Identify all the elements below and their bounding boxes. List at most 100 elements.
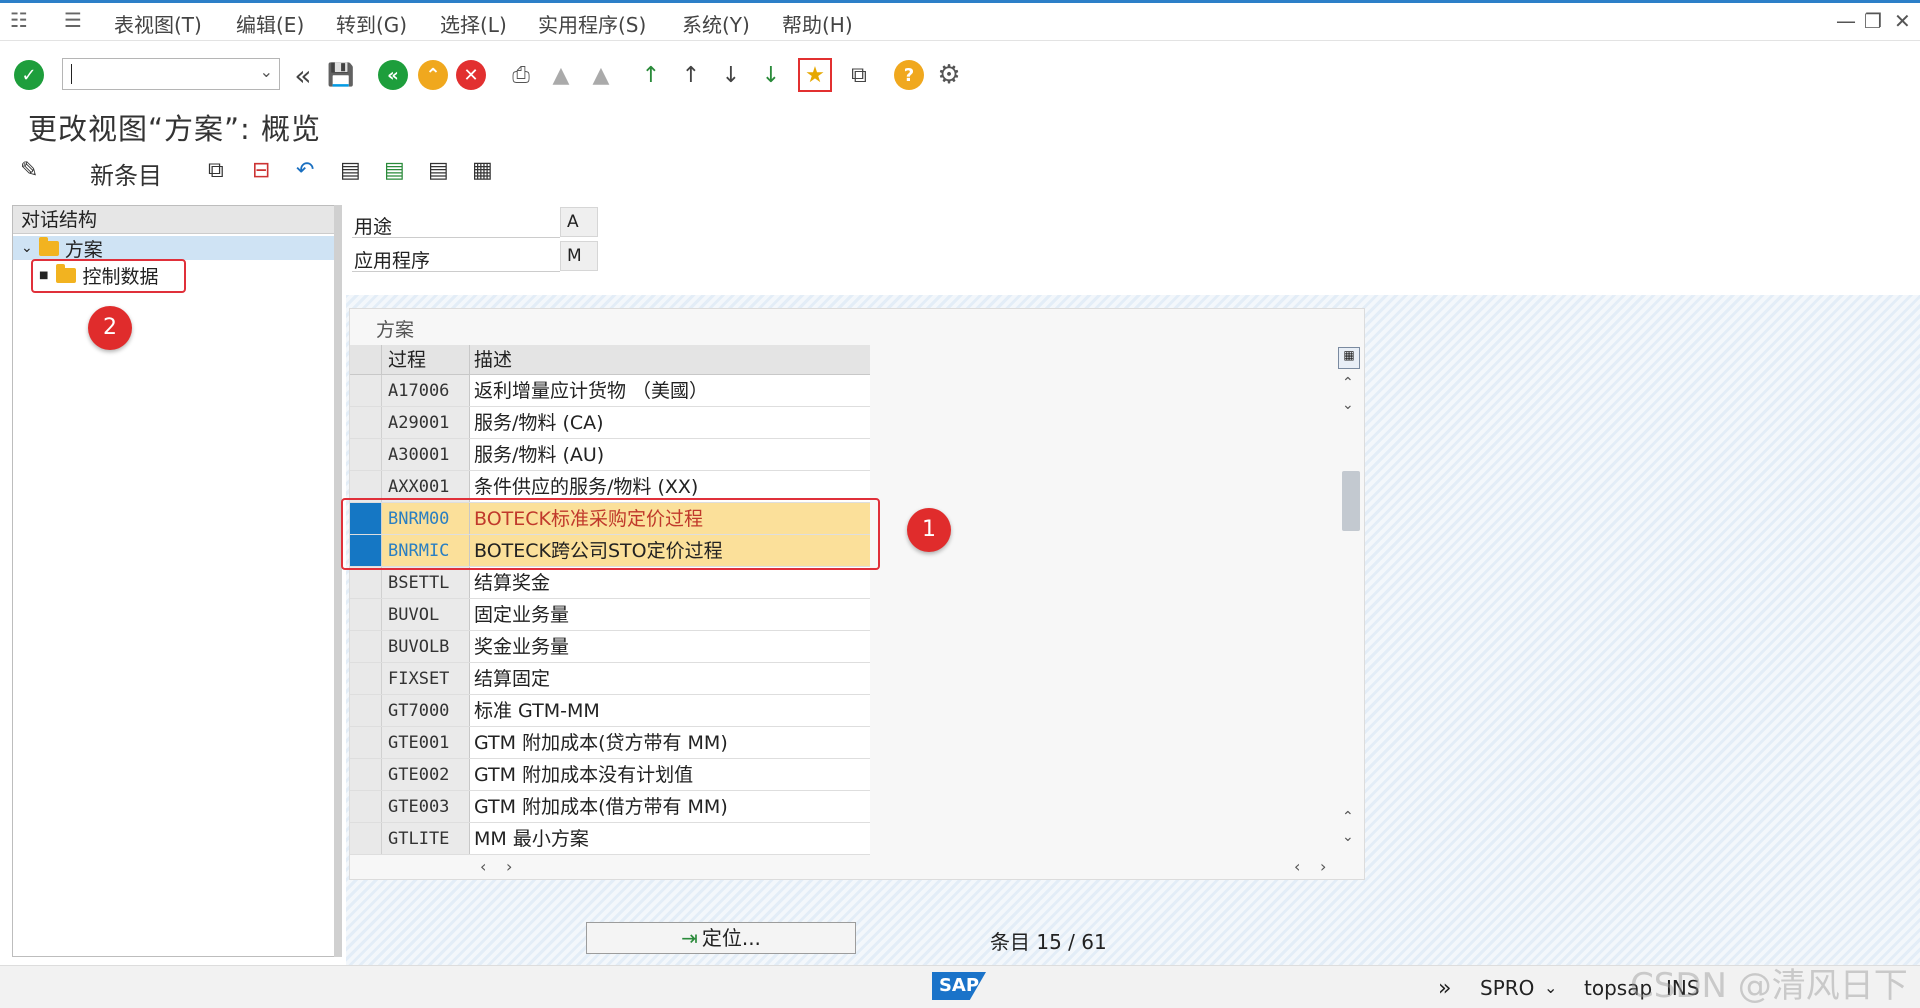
chevron-down-icon[interactable]: ⌄ <box>1544 978 1557 997</box>
double-chevron-right-icon[interactable]: » <box>1438 976 1451 1001</box>
description-cell[interactable]: 固定业务量 <box>470 599 870 630</box>
scroll-left-icon[interactable]: ‹ <box>1294 857 1300 876</box>
delete-icon[interactable]: ⊟ <box>252 158 270 183</box>
description-cell[interactable]: 返利增量应计货物 （美國） <box>470 375 870 406</box>
print-field-list-icon[interactable]: ▦ <box>472 158 493 183</box>
table-row[interactable]: GTLITE MM 最小方案 <box>350 823 870 855</box>
restore-icon[interactable]: ❐ <box>1864 9 1882 33</box>
select-all-column[interactable] <box>350 345 382 374</box>
back-icon[interactable]: « <box>378 60 408 90</box>
table-row[interactable]: FIXSET 结算固定 <box>350 663 870 695</box>
new-entries-button[interactable]: 新条目 <box>90 156 162 191</box>
row-selector[interactable] <box>350 439 382 470</box>
select-block-icon[interactable]: ▤ <box>384 158 405 183</box>
scroll-right-icon[interactable]: › <box>506 857 512 876</box>
position-button[interactable]: ⇥ 定位... <box>586 922 856 954</box>
scroll-left-icon[interactable]: ‹ <box>480 857 486 876</box>
scroll-right-icon[interactable]: › <box>1320 857 1326 876</box>
column-header-procedure[interactable]: 过程 <box>382 345 470 374</box>
scroll-up-icon[interactable]: ⌃ <box>1342 375 1354 391</box>
cancel-icon[interactable]: ✕ <box>456 60 486 90</box>
tree-node-scheme[interactable]: ⌄ 方案 <box>13 236 336 261</box>
description-cell[interactable]: MM 最小方案 <box>470 823 870 854</box>
description-cell[interactable]: GTM 附加成本(借方带有 MM) <box>470 791 870 822</box>
table-row[interactable]: GT7000 标准 GTM-MM <box>350 695 870 727</box>
row-selector[interactable] <box>350 599 382 630</box>
enter-check-icon[interactable]: ✓ <box>14 60 44 90</box>
table-row[interactable]: BSETTL 结算奖金 <box>350 567 870 599</box>
print-icon[interactable]: ⎙ <box>504 58 538 92</box>
last-page-icon[interactable]: ↓ <box>754 58 788 92</box>
vertical-scrollbar[interactable]: ⌃ ⌄ ⌃ ⌄ <box>1340 375 1360 861</box>
row-selector[interactable] <box>350 727 382 758</box>
gear-icon[interactable]: ⚙ <box>932 58 966 92</box>
find-icon[interactable]: ▲ <box>544 58 578 92</box>
scroll-down-icon[interactable]: ⌄ <box>1342 397 1354 413</box>
minimize-icon[interactable]: — <box>1836 9 1856 33</box>
close-window-icon[interactable]: ✕ <box>1894 9 1911 33</box>
previous-page-icon[interactable]: ↑ <box>674 58 708 92</box>
select-all-icon[interactable]: ▤ <box>340 158 361 183</box>
deselect-all-icon[interactable]: ▤ <box>428 158 449 183</box>
table-row[interactable]: BUVOL 固定业务量 <box>350 599 870 631</box>
description-cell[interactable]: GTM 附加成本没有计划值 <box>470 759 870 790</box>
help-icon[interactable]: ? <box>894 60 924 90</box>
column-header-description[interactable]: 描述 <box>470 345 870 374</box>
description-cell[interactable]: 标准 GTM-MM <box>470 695 870 726</box>
description-cell[interactable]: 服务/物料 (CA) <box>470 407 870 438</box>
row-selector[interactable] <box>350 375 382 406</box>
description-cell[interactable]: GTM 附加成本(贷方带有 MM) <box>470 727 870 758</box>
chevron-down-icon[interactable]: ⌄ <box>260 62 273 81</box>
undo-icon[interactable]: ↶ <box>296 158 314 183</box>
display-change-icon[interactable]: ✎ <box>20 158 38 183</box>
status-transaction[interactable]: SPRO <box>1480 976 1534 1000</box>
menu-help[interactable]: 帮助(H) <box>782 9 853 38</box>
page-up-icon[interactable]: ⌃ <box>1342 809 1354 825</box>
table-row[interactable]: GTE001 GTM 附加成本(贷方带有 MM) <box>350 727 870 759</box>
chevron-down-icon[interactable]: ⌄ <box>21 240 33 256</box>
table-row[interactable]: GTE002 GTM 附加成本没有计划值 <box>350 759 870 791</box>
table-settings-icon[interactable]: ▦ <box>1338 347 1360 369</box>
horizontal-scrollbar[interactable]: ‹ › ‹ › <box>350 857 1364 879</box>
table-row[interactable]: A30001 服务/物料 (AU) <box>350 439 870 471</box>
page-title: 更改视图“方案”: 概览 <box>28 112 322 146</box>
table-row[interactable]: A29001 服务/物料 (CA) <box>350 407 870 439</box>
first-page-icon[interactable]: ↑ <box>634 58 668 92</box>
description-cell[interactable]: 结算固定 <box>470 663 870 694</box>
scroll-thumb[interactable] <box>1342 471 1360 531</box>
row-selector[interactable] <box>350 567 382 598</box>
next-page-icon[interactable]: ↓ <box>714 58 748 92</box>
menu-table-view[interactable]: 表视图(T) <box>114 9 202 38</box>
sap-menu-icon[interactable]: ☷ <box>10 8 28 32</box>
panel-splitter[interactable] <box>334 205 342 957</box>
row-selector[interactable] <box>350 759 382 790</box>
description-cell[interactable]: 结算奖金 <box>470 567 870 598</box>
find-next-icon[interactable]: ▲ <box>584 58 618 92</box>
command-field[interactable]: ⌄ <box>62 58 280 90</box>
double-chevron-left-icon[interactable]: « <box>286 58 320 92</box>
exit-icon[interactable]: ⌃ <box>418 60 448 90</box>
menu-utilities[interactable]: 实用程序(S) <box>538 9 646 38</box>
page-down-icon[interactable]: ⌄ <box>1342 829 1354 845</box>
row-selector[interactable] <box>350 663 382 694</box>
menu-goto[interactable]: 转到(G) <box>336 9 407 38</box>
table-row[interactable]: BUVOLB 奖金业务量 <box>350 631 870 663</box>
description-cell[interactable]: 服务/物料 (AU) <box>470 439 870 470</box>
copy-icon[interactable]: ⧉ <box>208 158 224 183</box>
menu-edit[interactable]: 编辑(E) <box>236 9 304 38</box>
description-cell[interactable]: 奖金业务量 <box>470 631 870 662</box>
menu-system[interactable]: 系统(Y) <box>682 9 750 38</box>
row-selector[interactable] <box>350 407 382 438</box>
table-row[interactable]: GTE003 GTM 附加成本(借方带有 MM) <box>350 791 870 823</box>
shortcut-icon[interactable]: ⧉ <box>842 58 876 92</box>
row-selector[interactable] <box>350 695 382 726</box>
save-icon[interactable]: 💾 <box>324 58 358 92</box>
row-selector[interactable] <box>350 631 382 662</box>
user-menu-icon[interactable]: ☰ <box>64 8 82 32</box>
row-selector[interactable] <box>350 791 382 822</box>
table-row[interactable]: A17006 返利增量应计货物 （美國） <box>350 375 870 407</box>
menu-selection[interactable]: 选择(L) <box>440 9 507 38</box>
row-selector[interactable] <box>350 823 382 854</box>
usage-label: 用途 <box>354 216 393 238</box>
create-session-icon[interactable]: ★ <box>798 58 832 92</box>
